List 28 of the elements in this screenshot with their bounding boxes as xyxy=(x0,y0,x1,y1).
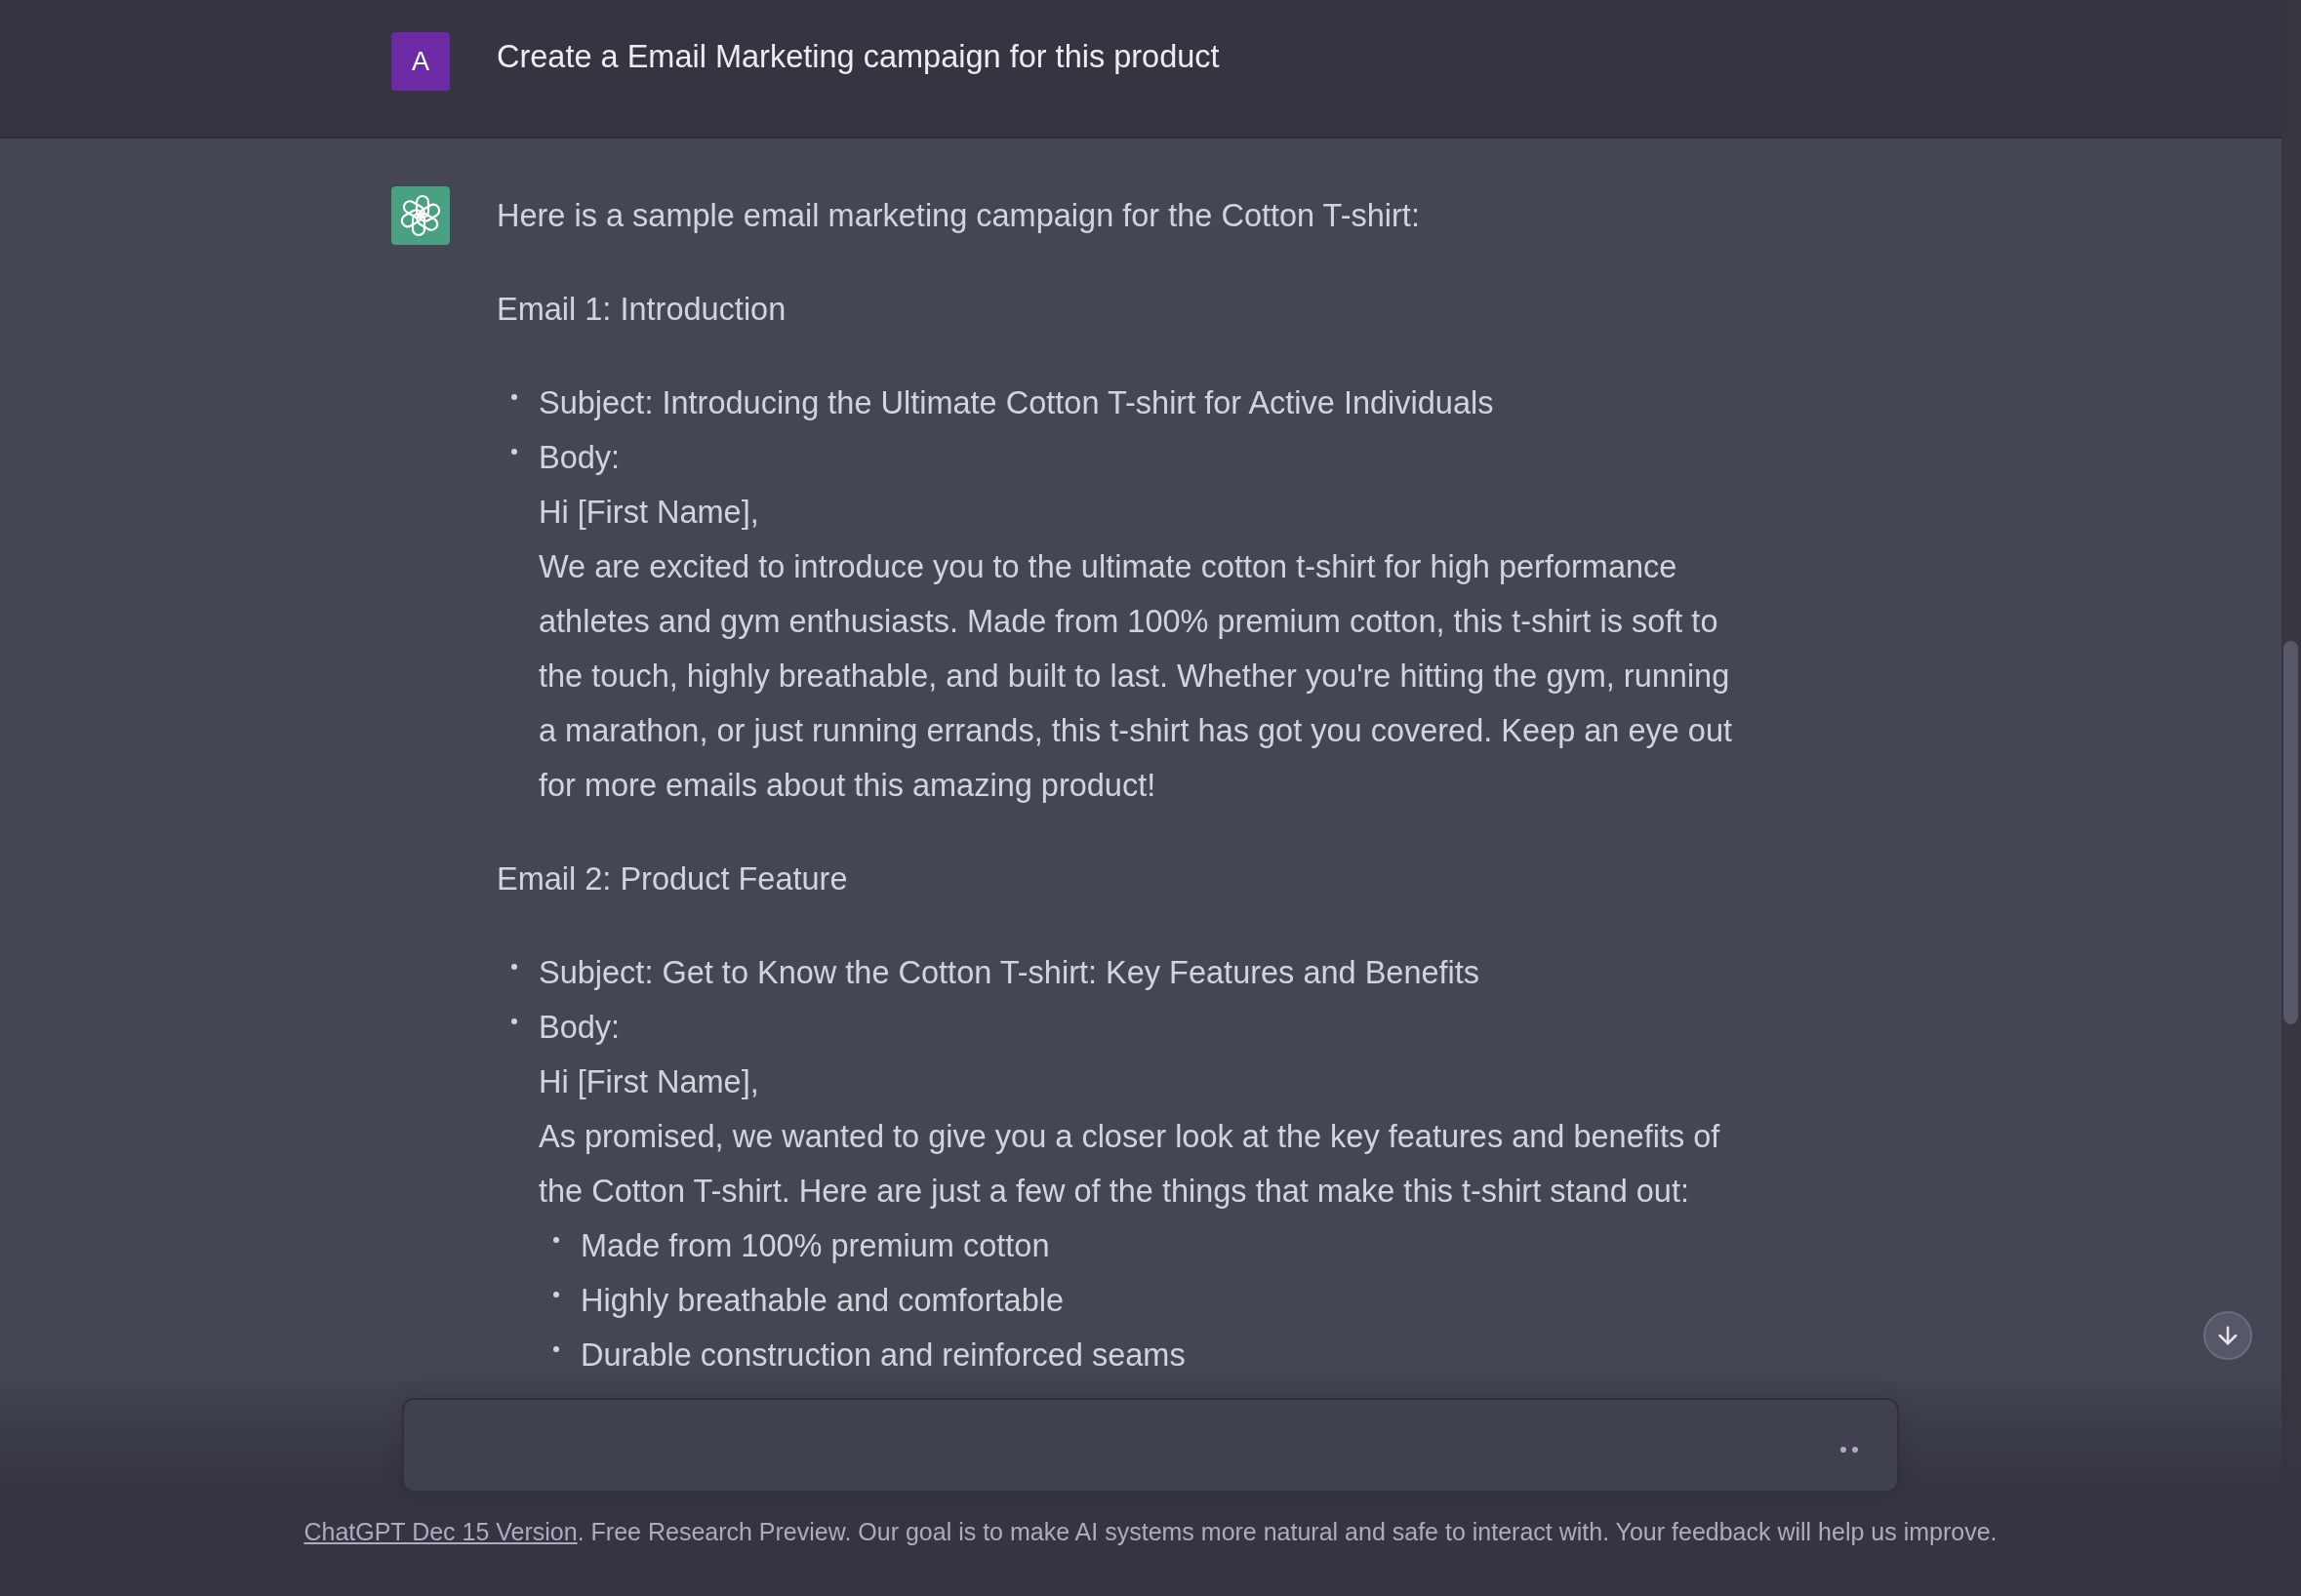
email-heading: Email 2: Product Feature xyxy=(497,860,849,898)
feature-point: Durable construction and reinforced seams xyxy=(581,1337,1186,1375)
user-message: Create a Email Marketing campaign for this product xyxy=(497,38,1221,76)
bullet-icon xyxy=(511,1018,517,1024)
greeting-text: Hi [First Name], xyxy=(539,1063,760,1101)
bullet-icon xyxy=(511,394,517,400)
email-subject: Subject: Get to Know the Cotton T-shirt: Key Features and Benefits xyxy=(539,954,1480,992)
message-input[interactable] xyxy=(402,1398,1899,1493)
bullet-icon xyxy=(511,964,517,970)
body-label: Body: xyxy=(539,439,622,477)
bullet-icon xyxy=(553,1292,559,1297)
body-label: Body: xyxy=(539,1009,622,1047)
knot-logo-icon xyxy=(391,186,450,245)
footer-disclaimer: ChatGPT Dec 15 Version. Free Research Preview. Our goal is to make AI systems more natural and safe to interact with. Your feedback will help us improve. xyxy=(303,1517,1998,1547)
bullet-icon xyxy=(553,1346,559,1352)
feature-point: Made from 100% premium cotton xyxy=(581,1227,1050,1265)
email-subject: Subject: Introducing the Ultimate Cotton T-shirt for Active Individuals xyxy=(539,384,1494,422)
email-body-text: As promised, we wanted to give you a closer look at the key features and benefits of the Cotton T-shirt. Here are just a few of the things that make this t-shirt stand out: xyxy=(539,1118,1721,1211)
scrollbar-thumb[interactable] xyxy=(2283,641,2298,1024)
email-body-text: We are excited to introduce you to the ultimate cotton t-shirt for high performance athletes and gym enthusiasts. Made from 100% premium cotton, this t-shirt is soft to the touch, highly breathable, and built to last. Whether you're hitting the gym, running a marathon, or just running errands, this t-shirt has got you covered. Keep an eye out for more emails about this amazing product! xyxy=(539,548,1734,805)
bullet-icon xyxy=(511,449,517,455)
user-avatar: A xyxy=(391,32,450,91)
assistant-intro: Here is a sample email marketing campaign for the Cotton T-shirt: xyxy=(497,197,1421,235)
greeting-text: Hi [First Name], xyxy=(539,494,760,532)
feature-point: Highly breathable and comfortable xyxy=(581,1282,1065,1320)
version-link[interactable]: ChatGPT Dec 15 Version xyxy=(303,1518,578,1545)
bullet-icon xyxy=(553,1237,559,1243)
email-heading: Email 1: Introduction xyxy=(497,291,787,329)
